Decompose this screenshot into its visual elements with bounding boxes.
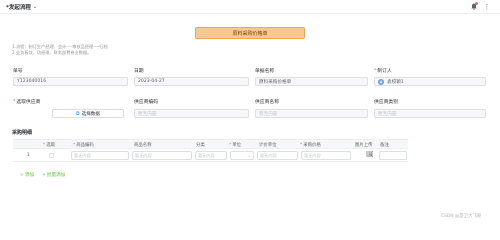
column-header-text: 商品编码: [76, 143, 94, 148]
supplier-code-label-text: 供应商编码: [134, 100, 158, 105]
creator-field[interactable]: ◉ 袁校颖1: [374, 77, 486, 86]
row-index: 1: [27, 153, 30, 158]
date-label-text: 日期: [134, 69, 144, 74]
supplier-name-placeholder: 暂无内容: [259, 111, 278, 117]
plus-icon: +: [20, 172, 24, 178]
link-icon: ⧉: [76, 110, 80, 117]
creator-label-text: 制订人: [377, 69, 392, 74]
chevron-down-icon: ⌄: [32, 3, 38, 10]
supplier-type-label-text: 供应商类别: [374, 100, 398, 105]
category-placeholder: 暂无内容: [198, 152, 215, 158]
pricing-unit-input[interactable]: 暂无内容: [257, 151, 298, 160]
notification-bell-icon[interactable]: [470, 2, 478, 10]
column-header: 备注: [380, 143, 389, 148]
required-mark: *: [229, 143, 232, 148]
pricing-unit-placeholder: 暂无内容: [260, 152, 277, 158]
tip-line: 2.业务板块、功经理、财务部费卷全数据。: [12, 50, 92, 55]
more-options-icon[interactable]: ⋮: [484, 3, 491, 11]
supplier-code-placeholder: 暂无内容: [138, 111, 157, 117]
avatar: ◉: [378, 78, 384, 85]
doc-name-label: 单据名称: [255, 67, 274, 74]
category-input[interactable]: 暂无内容: [195, 151, 227, 160]
supplier-name-label: 供应商名称: [255, 98, 279, 105]
doc-name-label-text: 单据名称: [255, 69, 275, 74]
table-header: *选取 *商品编码 商品名称 分类 *单位 计价单位 *采购价格 图片上传 备注: [13, 139, 408, 149]
table-actions: + 添加 + 批量添加: [20, 172, 66, 179]
price-placeholder: 暂无内容: [304, 152, 321, 158]
required-mark: *: [43, 143, 46, 148]
add-row-label: 添加: [24, 173, 35, 178]
form-banner: 原料采购价格单: [195, 27, 305, 39]
watermark: CSDN @是卫大飞呢: [441, 214, 482, 219]
select-data-button[interactable]: ⧉ 选择数据: [52, 109, 124, 118]
top-bar: *发起流程 ⌄ ⋮: [0, 0, 500, 14]
column-header: *商品编码: [73, 142, 94, 148]
required-mark: *: [73, 143, 76, 148]
column-header: *单位: [229, 142, 241, 148]
flow-title-dropdown[interactable]: *发起流程 ⌄: [6, 2, 37, 11]
notification-dot: [475, 2, 478, 5]
creator-value: 袁校颖1: [387, 79, 404, 85]
image-upload-icon[interactable]: 🖼: [366, 152, 374, 158]
details-table: *选取 *商品编码 商品名称 分类 *单位 计价单位 *采购价格 图片上传 备注…: [13, 139, 408, 162]
select-data-label: 选择数据: [81, 111, 100, 117]
add-row-button[interactable]: + 添加: [20, 172, 35, 179]
form-tips: 1.流程：制订生产经理、会计----审核品经理----归档 2.业务板块、功经理…: [12, 44, 108, 56]
plus-icon: +: [42, 172, 46, 178]
doc-no-value: Y123040016: [17, 79, 47, 84]
supplier-name-field[interactable]: 暂无内容: [255, 109, 368, 118]
creator-label: *制订人: [374, 67, 392, 74]
product-name-placeholder: 暂无内容: [135, 152, 152, 158]
supplier-code-label: 供应商编码: [134, 98, 158, 105]
column-header: 商品名称: [134, 143, 152, 148]
date-label: 日期: [134, 67, 144, 74]
table-row: 1 暂无内容 暂无内容 暂无内容 ⌄ 暂无内容 暂无内容 🖼: [13, 149, 408, 162]
column-header-text: 选取: [46, 143, 55, 148]
product-code-placeholder: 暂无内容: [74, 152, 91, 158]
column-header: *选取: [43, 142, 55, 148]
doc-no-label-text: 单号: [13, 69, 23, 74]
column-header: 图片上传: [355, 143, 373, 148]
batch-add-button[interactable]: + 批量添加: [42, 172, 66, 179]
row-checkbox[interactable]: [49, 153, 54, 158]
supplier-name-label-text: 供应商名称: [255, 100, 279, 105]
supplier-type-field[interactable]: 暂无内容: [374, 109, 486, 118]
supplier-select-label-text: 选取供应商: [16, 100, 41, 105]
unit-select[interactable]: ⌄: [230, 151, 254, 160]
column-header: 计价单位: [259, 143, 277, 148]
form-banner-title: 原料采购价格单: [232, 30, 268, 37]
product-name-input[interactable]: 暂无内容: [132, 151, 192, 160]
flow-title: *发起流程: [6, 4, 31, 11]
supplier-code-field[interactable]: 暂无内容: [134, 109, 249, 118]
doc-name-value: 原料采购价格单: [259, 79, 292, 85]
doc-no-field[interactable]: Y123040016: [13, 77, 128, 86]
date-value: 2023-04-27: [138, 79, 165, 84]
product-code-input[interactable]: 暂无内容: [71, 151, 129, 160]
price-input[interactable]: 暂无内容: [301, 151, 351, 160]
doc-name-field[interactable]: 原料采购价格单: [255, 77, 368, 86]
column-header-text: 采购价格: [303, 143, 321, 148]
required-mark: *: [300, 143, 303, 148]
doc-no-label: 单号: [13, 67, 23, 74]
supplier-select-label: *选取供应商: [13, 98, 40, 105]
date-field[interactable]: 2023-04-27: [134, 77, 249, 86]
details-section-title: 采购明细: [12, 130, 33, 136]
chevron-down-icon: ⌄: [247, 153, 251, 158]
supplier-type-placeholder: 暂无内容: [378, 111, 397, 117]
column-header: 分类: [196, 143, 205, 148]
remark-input[interactable]: [379, 151, 407, 160]
supplier-type-label: 供应商类别: [374, 98, 398, 105]
column-header: *采购价格: [300, 142, 321, 148]
column-header-text: 单位: [232, 143, 241, 148]
batch-add-label: 批量添加: [46, 173, 66, 178]
